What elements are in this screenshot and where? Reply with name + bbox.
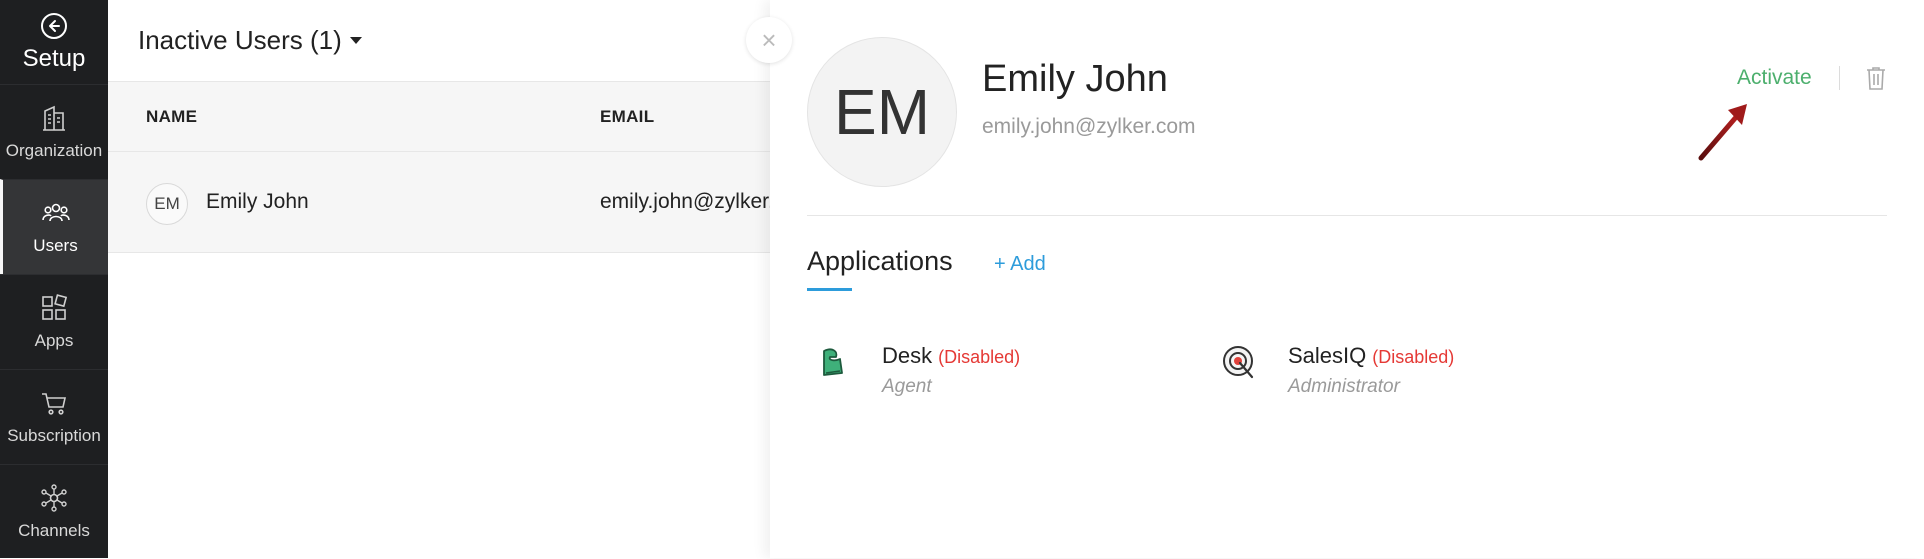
avatar: EM bbox=[146, 183, 188, 225]
table-row[interactable]: EM Emily John emily.john@zylker.com bbox=[108, 152, 814, 253]
user-email: emily.john@zylker.com bbox=[982, 115, 1196, 138]
sidebar-item-channels[interactable]: Channels bbox=[0, 464, 108, 559]
list-header: Inactive Users (1) bbox=[108, 0, 770, 82]
column-header-email[interactable]: EMAIL bbox=[600, 107, 654, 127]
sidebar-item-label: Users bbox=[33, 236, 78, 255]
active-tab-indicator bbox=[807, 288, 852, 291]
user-name-cell: Emily John bbox=[206, 190, 309, 213]
activate-button[interactable]: Activate bbox=[1737, 66, 1812, 90]
app-name-text: SalesIQ bbox=[1288, 343, 1367, 368]
tab-applications[interactable]: Applications bbox=[807, 246, 953, 277]
setup-header[interactable]: Setup bbox=[0, 0, 108, 84]
column-header-name[interactable]: NAME bbox=[146, 107, 197, 127]
caret-down-icon[interactable] bbox=[349, 37, 362, 44]
network-icon bbox=[41, 484, 67, 512]
avatar-large: EM bbox=[807, 37, 957, 187]
desk-icon bbox=[823, 348, 843, 376]
sidebar-item-label: Channels bbox=[18, 521, 90, 540]
app-status-disabled: (Disabled) bbox=[938, 347, 1021, 367]
trash-icon[interactable] bbox=[1865, 65, 1887, 96]
setup-title: Setup bbox=[22, 45, 86, 72]
section-divider bbox=[807, 215, 1887, 216]
close-panel-button[interactable]: × bbox=[746, 17, 792, 63]
salesiq-icon bbox=[1223, 346, 1254, 379]
user-detail-panel: EM Emily John emily.john@zylker.com Acti… bbox=[770, 0, 1924, 558]
sidebar-item-label: Subscription bbox=[7, 426, 101, 445]
sidebar-item-organization[interactable]: Organization bbox=[0, 84, 108, 179]
sidebar-item-apps[interactable]: Apps bbox=[0, 274, 108, 369]
app-role: Administrator bbox=[1288, 376, 1400, 397]
annotation-arrow-icon bbox=[1698, 104, 1747, 161]
sidebar-item-label: Organization bbox=[5, 141, 103, 160]
sidebar-item-subscription[interactable]: Subscription bbox=[0, 369, 108, 464]
sidebar-item-label: Apps bbox=[34, 331, 74, 350]
add-application-link[interactable]: + Add bbox=[994, 253, 1046, 276]
user-name-heading: Emily John bbox=[982, 58, 1168, 100]
app-name: Desk (Disabled) bbox=[882, 343, 1020, 369]
cart-icon bbox=[42, 393, 66, 415]
table-header: NAME EMAIL bbox=[108, 82, 770, 152]
sidebar-item-users[interactable]: Users bbox=[0, 179, 108, 274]
apps-grid-icon bbox=[42, 294, 68, 320]
divider bbox=[1839, 66, 1840, 90]
setup-sidebar: Setup Organization Users Apps Subscripti… bbox=[0, 0, 108, 558]
app-name: SalesIQ (Disabled) bbox=[1288, 343, 1454, 369]
back-arrow-icon[interactable] bbox=[41, 13, 67, 39]
user-filter-dropdown[interactable]: Inactive Users (1) bbox=[138, 25, 342, 56]
app-role: Agent bbox=[882, 376, 932, 397]
building-icon bbox=[43, 105, 65, 131]
app-name-text: Desk bbox=[882, 343, 933, 368]
users-icon bbox=[41, 203, 70, 222]
users-list-panel: Inactive Users (1) NAME EMAIL EM Emily J… bbox=[108, 0, 814, 558]
app-status-disabled: (Disabled) bbox=[1372, 347, 1455, 367]
